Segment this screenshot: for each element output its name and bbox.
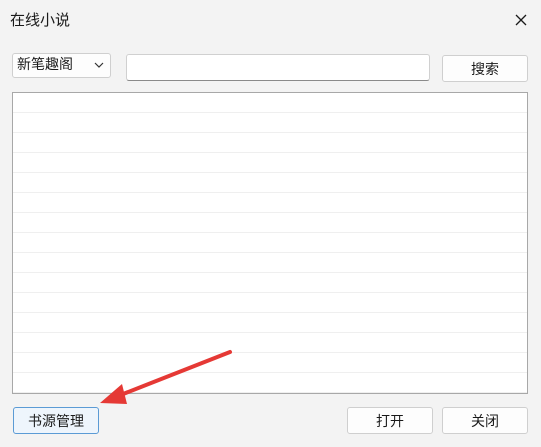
list-item[interactable] (13, 353, 527, 373)
source-manage-button[interactable]: 书源管理 (13, 407, 99, 434)
list-item[interactable] (13, 313, 527, 333)
results-list[interactable] (12, 92, 528, 394)
list-item[interactable] (13, 273, 527, 293)
close-button[interactable]: 关闭 (442, 407, 528, 434)
list-item[interactable] (13, 253, 527, 273)
search-input[interactable] (126, 54, 430, 81)
chevron-down-icon (94, 62, 104, 68)
close-icon (515, 14, 527, 26)
list-item[interactable] (13, 293, 527, 313)
search-button[interactable]: 搜索 (442, 55, 528, 82)
list-item[interactable] (13, 153, 527, 173)
window-close-button[interactable] (501, 0, 541, 40)
list-item[interactable] (13, 373, 527, 393)
list-item[interactable] (13, 213, 527, 233)
title-bar: 在线小说 (0, 0, 541, 40)
list-item[interactable] (13, 173, 527, 193)
list-item[interactable] (13, 193, 527, 213)
list-item[interactable] (13, 113, 527, 133)
window-title: 在线小说 (10, 11, 71, 29)
list-item[interactable] (13, 233, 527, 253)
list-item[interactable] (13, 93, 527, 113)
source-select[interactable]: 新笔趣阁 (12, 53, 111, 78)
online-novel-dialog: 在线小说 新笔趣阁 搜索 书源管理 打开 关闭 (0, 0, 541, 447)
source-select-value: 新笔趣阁 (17, 57, 73, 73)
open-button[interactable]: 打开 (347, 407, 433, 434)
list-item[interactable] (13, 333, 527, 353)
list-item[interactable] (13, 133, 527, 153)
